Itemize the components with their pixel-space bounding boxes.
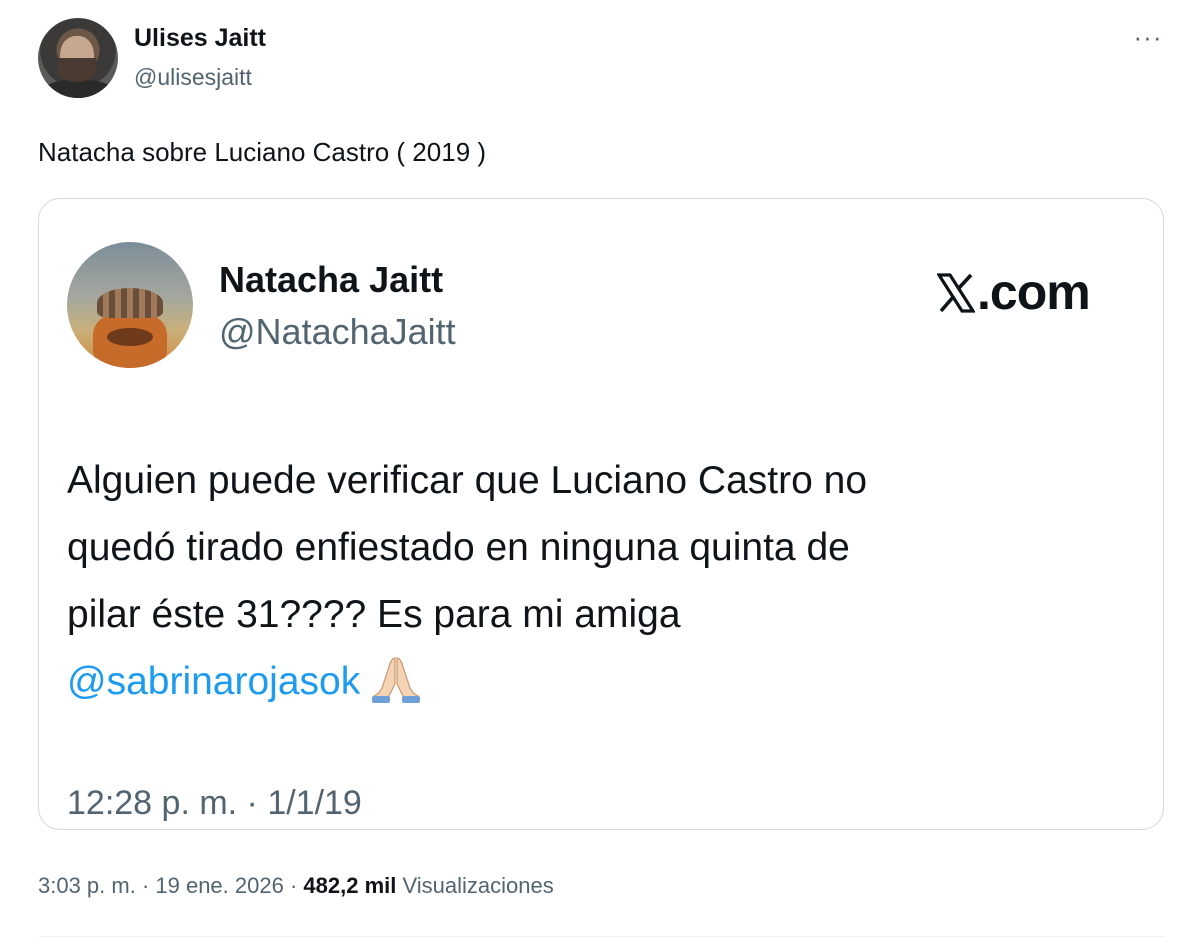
x-brand: .com <box>937 263 1091 321</box>
quoted-author-handle[interactable]: @NatachaJaitt <box>219 311 456 353</box>
mention-link[interactable]: @sabrinarojasok <box>67 660 360 703</box>
quoted-text-line: Alguien puede verificar que Luciano Cast… <box>67 459 868 502</box>
tweet-timestamp[interactable]: 3:03 p. m. · 19 ene. 2026 · <box>38 873 297 898</box>
mention-line: @sabrinarojasok <box>67 648 1127 715</box>
tweet-text: Natacha sobre Luciano Castro ( 2019 ) <box>38 137 487 167</box>
quoted-tweet-text: Alguien puede verificar que Luciano Cast… <box>67 447 1127 715</box>
quoted-timestamp[interactable]: 12:28 p. m. · 1/1/19 <box>67 784 362 823</box>
x-logo-icon <box>937 273 975 313</box>
quoted-avatar-cap <box>97 288 163 318</box>
quoted-text-line: pilar éste 31???? Es para mi amiga <box>67 593 681 636</box>
author-handle[interactable]: @ulisesjaitt <box>134 64 252 91</box>
more-options-icon[interactable]: ··· <box>1128 22 1168 52</box>
quoted-author-name[interactable]: Natacha Jaitt <box>219 259 443 301</box>
quoted-avatar-shade <box>107 328 153 346</box>
avatar-shirt <box>42 80 114 98</box>
views-label: Visualizaciones <box>402 873 554 898</box>
tweet-meta: 3:03 p. m. · 19 ene. 2026 · 482,2 mil Vi… <box>38 873 554 899</box>
quoted-text-line: quedó tirado enfiestado en ninguna quint… <box>67 526 850 569</box>
avatar-beard <box>58 58 96 82</box>
tweet: Ulises Jaitt @ulisesjaitt ··· Natacha so… <box>0 0 1200 950</box>
author-name[interactable]: Ulises Jaitt <box>134 24 266 53</box>
divider <box>38 936 1164 937</box>
folded-hands-icon <box>368 654 424 704</box>
quoted-tweet-card[interactable]: Natacha Jaitt @NatachaJaitt .com Alguien… <box>38 198 1164 830</box>
author-avatar[interactable] <box>38 18 118 98</box>
quoted-avatar[interactable] <box>67 242 193 368</box>
x-brand-text: .com <box>977 264 1091 320</box>
views-count: 482,2 mil <box>303 873 397 898</box>
